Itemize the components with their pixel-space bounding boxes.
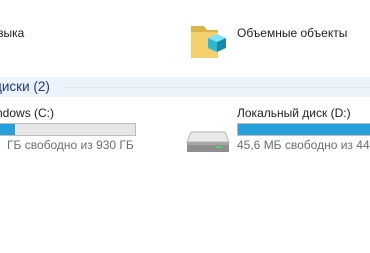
- drive-free-space: ГБ свободно из 930 ГБ: [7, 138, 134, 152]
- drive-usage-fill: [0, 124, 15, 135]
- devices-group-header[interactable]: диски (2): [0, 77, 370, 97]
- drive-usage-bar: [237, 123, 370, 136]
- folder-3d-objects-icon: [191, 26, 226, 58]
- folder-item-music[interactable]: зыка: [0, 26, 100, 44]
- folder-label: зыка: [0, 26, 25, 40]
- hard-drive-icon: [186, 131, 230, 152]
- folder-label: Объемные объекты: [237, 26, 348, 40]
- group-title: диски (2): [0, 79, 50, 94]
- folder-item-3d-objects[interactable]: Объемные объекты: [188, 14, 358, 64]
- drive-usage-bar: [0, 123, 136, 136]
- drive-name: Локальный диск (D:): [237, 106, 351, 120]
- group-divider: [62, 87, 370, 88]
- drive-item-c[interactable]: ndows (C:) ГБ свободно из 930 ГБ: [0, 104, 160, 154]
- drive-usage-fill: [238, 124, 370, 135]
- drive-item-d[interactable]: Локальный диск (D:) 45,6 МБ свободно из …: [185, 104, 370, 154]
- drive-free-space: 45,6 МБ свободно из 448: [237, 138, 370, 152]
- drive-name: ndows (C:): [0, 106, 55, 120]
